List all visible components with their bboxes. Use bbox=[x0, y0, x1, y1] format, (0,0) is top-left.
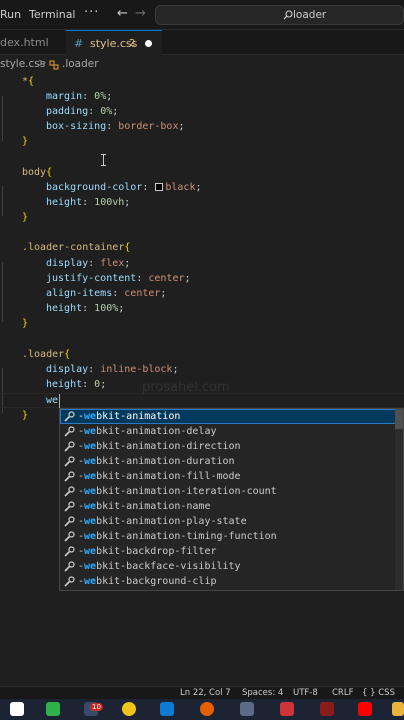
suggestion-item[interactable]: -webkit-animation bbox=[60, 409, 396, 424]
breadcrumb-separator: > bbox=[38, 57, 47, 69]
code-line: } bbox=[22, 212, 29, 223]
indent-guide bbox=[2, 186, 3, 216]
suggestion-item[interactable]: -webkit-animation-direction bbox=[60, 439, 396, 454]
wrench-icon bbox=[64, 576, 75, 587]
wrench-icon bbox=[64, 531, 75, 542]
current-line-highlight bbox=[0, 393, 404, 408]
encoding-setting[interactable]: UTF-8 bbox=[293, 688, 318, 698]
wrench-icon bbox=[64, 486, 75, 497]
suggestion-item[interactable]: -webkit-animation-fill-mode bbox=[60, 469, 396, 484]
suggestion-item[interactable]: -webkit-animation-timing-function bbox=[60, 529, 396, 544]
suggestion-item[interactable]: -webkit-animation-iteration-count bbox=[60, 484, 396, 499]
suggestion-item[interactable]: -webkit-animation-duration bbox=[60, 454, 396, 469]
suggestion-item[interactable]: -webkit-animation-name bbox=[60, 499, 396, 514]
code-line: *{ bbox=[22, 76, 35, 87]
symbol-class-icon bbox=[49, 60, 59, 70]
code-line: padding: 0%; bbox=[46, 106, 119, 117]
notification-badge: 10 bbox=[90, 703, 103, 711]
language-mode[interactable]: { } CSS bbox=[362, 688, 395, 698]
eol-setting[interactable]: CRLF bbox=[332, 688, 353, 698]
wrench-icon bbox=[64, 471, 75, 482]
code-line: .loader-container{ bbox=[22, 242, 131, 253]
braces-icon: { } bbox=[362, 688, 376, 698]
app-icon[interactable] bbox=[320, 702, 334, 716]
browser-icon[interactable] bbox=[200, 702, 214, 716]
color-swatch[interactable] bbox=[155, 183, 164, 191]
wrench-icon bbox=[64, 561, 75, 572]
vscode-icon[interactable] bbox=[160, 702, 174, 716]
watermark: prosahel.com bbox=[142, 380, 230, 395]
problem-count-badge: 2 bbox=[129, 38, 136, 49]
status-bar: Ln 22, Col 7 Spaces: 4 UTF-8 CRLF { } CS… bbox=[0, 686, 404, 699]
mail-icon[interactable] bbox=[280, 702, 294, 716]
suggestion-item[interactable]: -webkit-backdrop-filter bbox=[60, 544, 396, 559]
chrome-icon[interactable] bbox=[10, 702, 24, 716]
code-line: body{ bbox=[22, 167, 53, 178]
code-line: justify-content: center; bbox=[46, 273, 191, 284]
code-line: display: inline-block; bbox=[46, 364, 179, 375]
code-line: align-items: center; bbox=[46, 288, 167, 299]
code-line: .loader{ bbox=[22, 349, 71, 360]
indent-guide bbox=[2, 96, 3, 141]
suggestion-widget[interactable]: -webkit-animation -webkit-animation-dela… bbox=[59, 408, 404, 591]
store-icon[interactable] bbox=[46, 702, 60, 716]
editor-tab-bar: dex.html # style.css 2 bbox=[0, 30, 404, 55]
folder-icon[interactable] bbox=[392, 702, 404, 716]
wrench-icon bbox=[64, 441, 75, 452]
breadcrumb: style.css > .loader bbox=[0, 56, 404, 74]
code-line: } bbox=[22, 136, 29, 147]
suggestion-item[interactable]: -webkit-backface-visibility bbox=[60, 559, 396, 574]
unsaved-dot-icon[interactable] bbox=[145, 40, 152, 47]
css-file-icon: # bbox=[74, 37, 84, 50]
code-line: box-sizing: border-box; bbox=[46, 121, 185, 132]
wrench-icon bbox=[64, 426, 75, 437]
code-line: height: 100vh; bbox=[46, 197, 131, 208]
cursor-position[interactable]: Ln 22, Col 7 bbox=[180, 688, 231, 698]
command-center-search[interactable]: loader bbox=[155, 5, 404, 25]
wrench-icon bbox=[64, 411, 75, 422]
indent-guide bbox=[2, 262, 3, 322]
code-editor[interactable]: *{ margin: 0%; padding: 0%; box-sizing: … bbox=[0, 74, 404, 686]
terminal-icon[interactable] bbox=[240, 702, 254, 716]
wrench-icon bbox=[64, 456, 75, 467]
wrench-icon bbox=[64, 516, 75, 527]
suggestion-item[interactable]: -webkit-animation-play-state bbox=[60, 514, 396, 529]
wrench-icon bbox=[64, 546, 75, 557]
suggestion-scrollbar[interactable] bbox=[395, 409, 403, 590]
breadcrumb-symbol[interactable]: .loader bbox=[62, 58, 99, 70]
indentation-setting[interactable]: Spaces: 4 bbox=[242, 688, 283, 698]
tab-style-css[interactable]: # style.css 2 bbox=[66, 30, 162, 55]
more-menu-icon[interactable]: ··· bbox=[84, 5, 99, 20]
code-line: display: flex; bbox=[46, 258, 131, 269]
code-line: height: 0; bbox=[46, 379, 107, 390]
youtube-icon[interactable] bbox=[358, 702, 372, 716]
scrollbar-thumb[interactable] bbox=[395, 409, 403, 429]
search-text: loader bbox=[293, 9, 327, 21]
code-line: } bbox=[22, 410, 29, 421]
tab-index-html[interactable]: dex.html bbox=[0, 30, 58, 55]
tab-label: dex.html bbox=[0, 36, 49, 49]
firefox-icon[interactable] bbox=[122, 702, 136, 716]
arrow-left-icon[interactable]: ← bbox=[117, 6, 128, 21]
code-line-current: we bbox=[46, 395, 59, 406]
os-taskbar: 10 bbox=[0, 699, 404, 720]
wrench-icon bbox=[64, 501, 75, 512]
title-bar: Run Terminal ··· ← → loader bbox=[0, 0, 404, 30]
code-line: margin: 0%; bbox=[46, 91, 113, 102]
suggestion-item[interactable]: -webkit-animation-delay bbox=[60, 424, 396, 439]
search-icon bbox=[283, 10, 293, 20]
code-line: } bbox=[22, 318, 29, 329]
code-line: height: 100%; bbox=[46, 303, 125, 314]
suggestion-item[interactable]: -webkit-background-clip bbox=[60, 574, 396, 589]
arrow-right-icon[interactable]: → bbox=[135, 6, 146, 21]
ibeam-cursor-icon bbox=[101, 154, 106, 166]
code-line: background-color: black; bbox=[46, 182, 202, 193]
menu-terminal[interactable]: Terminal bbox=[29, 8, 76, 21]
text-caret bbox=[59, 394, 60, 408]
menu-run[interactable]: Run bbox=[0, 8, 21, 21]
